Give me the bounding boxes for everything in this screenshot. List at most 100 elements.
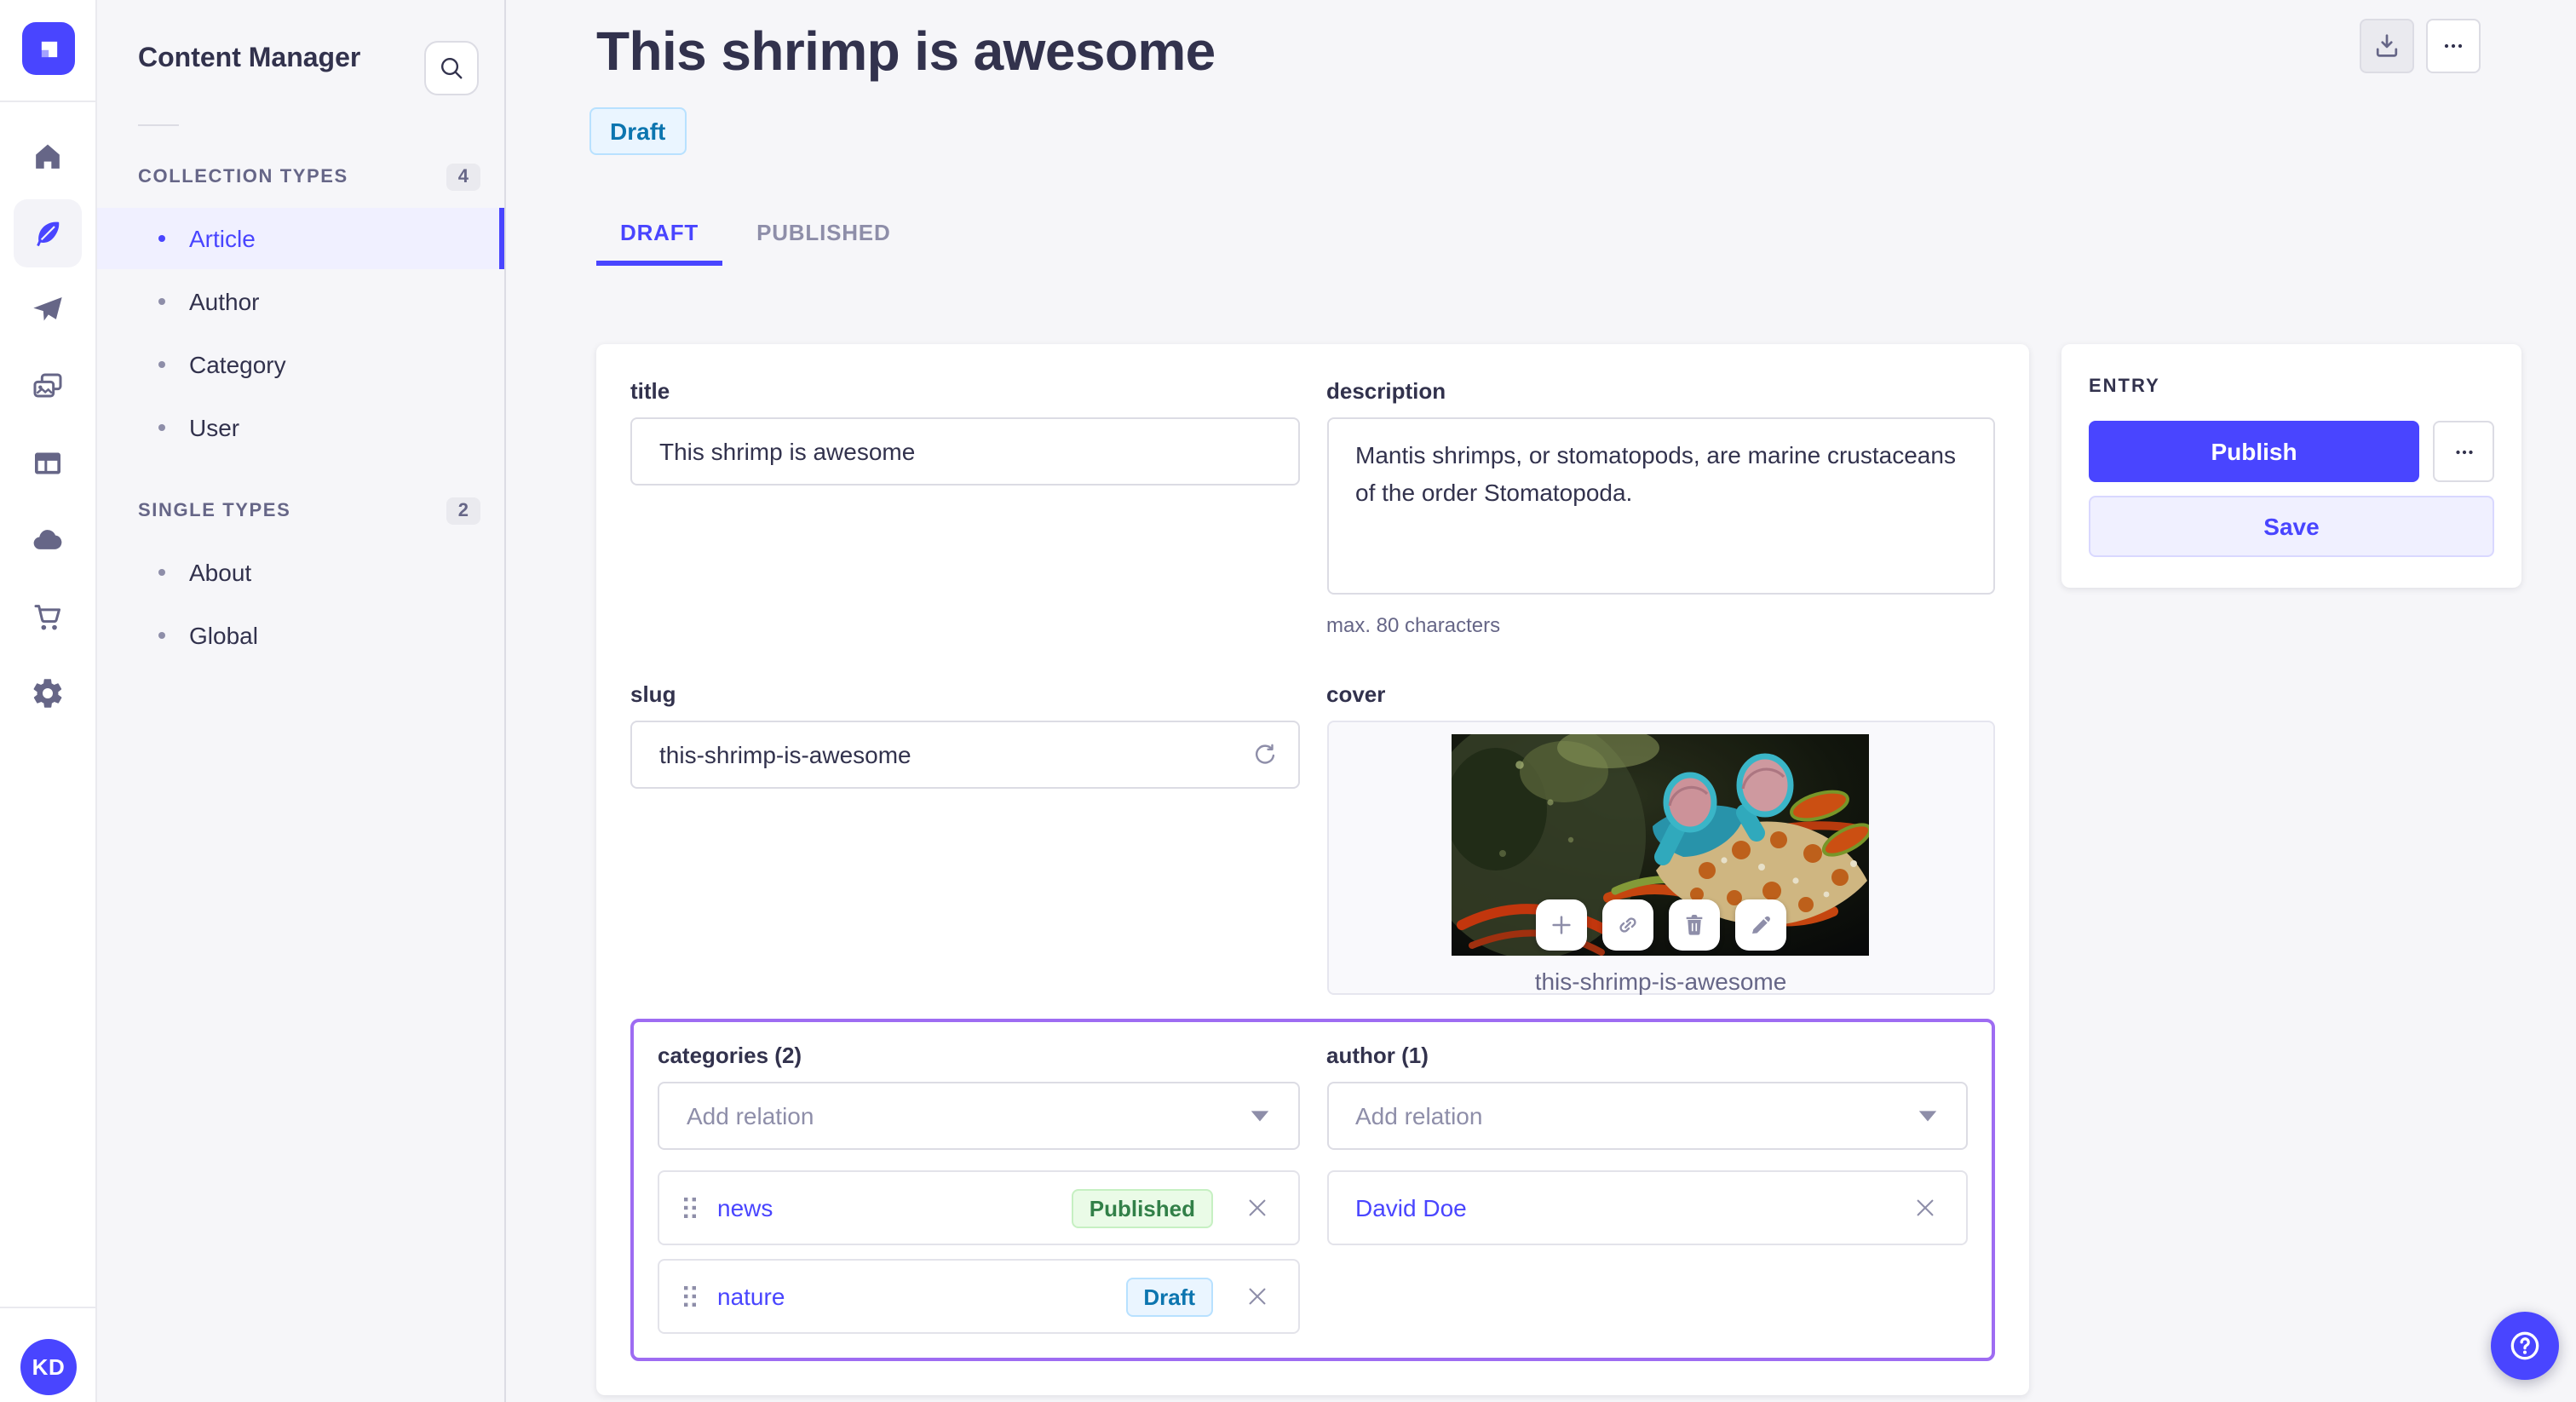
section-label: COLLECTION TYPES (138, 167, 348, 187)
drag-handle-icon[interactable] (683, 1196, 697, 1220)
relation-status-badge: Draft (1126, 1277, 1212, 1316)
more-options-icon (2455, 449, 2472, 454)
chevron-down-icon (1250, 1111, 1268, 1122)
bullet-icon (158, 235, 165, 242)
close-icon (1248, 1199, 1265, 1216)
sidebar-item-category[interactable]: Category (97, 334, 504, 395)
sidebar-item-about[interactable]: About (97, 542, 504, 603)
home-icon (36, 144, 60, 169)
relation-row-news: news Published (658, 1170, 1299, 1245)
link-icon (1619, 917, 1636, 933)
description-field: description Mantis shrimps, or stomatopo… (1326, 378, 1995, 637)
categories-add-relation-select[interactable]: Add relation (658, 1082, 1299, 1150)
author-relation-list: David Doe (1326, 1170, 1968, 1245)
title-input[interactable] (630, 417, 1299, 486)
cover-edit-button[interactable] (1734, 899, 1786, 951)
cover-delete-button[interactable] (1668, 899, 1720, 951)
author-field: author (1) Add relation David Doe (1326, 1043, 1968, 1334)
nav-content-type-builder[interactable] (14, 429, 82, 497)
close-icon (1917, 1199, 1934, 1216)
categories-relation-list: news Published nature Draft (658, 1170, 1299, 1334)
tab-draft[interactable]: DRAFT (596, 201, 723, 266)
entry-more-options-button[interactable] (2433, 421, 2494, 482)
regenerate-icon (1256, 743, 1275, 763)
author-add-relation-select[interactable]: Add relation (1326, 1082, 1968, 1150)
strapi-logo[interactable] (22, 22, 75, 75)
relation-status-badge: Published (1072, 1188, 1212, 1227)
nav-cloud[interactable] (14, 506, 82, 574)
sidebar-item-author[interactable]: Author (97, 271, 504, 332)
cover-filename: this-shrimp-is-awesome (1534, 968, 1787, 995)
content-manager-sidebar: Content Manager COLLECTION TYPES 4 Artic… (97, 0, 506, 1402)
slug-regenerate-button[interactable] (1241, 731, 1289, 779)
relation-link-news[interactable]: news (717, 1194, 773, 1221)
remove-relation-button[interactable] (1239, 1191, 1274, 1225)
icon-rail: KD (0, 0, 97, 1402)
nav-releases[interactable] (14, 276, 82, 344)
publish-button[interactable]: Publish (2089, 421, 2419, 482)
drag-dots-icon (684, 1286, 696, 1307)
help-button[interactable] (2491, 1312, 2559, 1380)
layout-icon (35, 452, 60, 474)
cover-action-buttons (1535, 899, 1786, 951)
slug-field: slug (630, 681, 1299, 995)
download-icon (2376, 34, 2398, 57)
sidebar-title: Content Manager (138, 44, 361, 73)
nav-settings[interactable] (14, 659, 82, 727)
tab-published[interactable]: PUBLISHED (733, 201, 914, 266)
cloud-icon (33, 530, 62, 549)
cover-add-button[interactable] (1535, 899, 1587, 951)
drag-dots-icon (684, 1198, 696, 1218)
cover-copy-link-button[interactable] (1601, 899, 1653, 951)
strapi-logo-glyph (40, 40, 57, 57)
download-button[interactable] (2360, 19, 2414, 73)
entry-panel-label: ENTRY (2089, 376, 2160, 397)
nav-marketplace[interactable] (14, 583, 82, 651)
relation-link-david-doe[interactable]: David Doe (1355, 1194, 1467, 1221)
categories-field: categories (2) Add relation news Publish… (658, 1043, 1299, 1334)
bullet-icon (158, 298, 165, 305)
main-content: This shrimp is awesome Draft DRAFT PUBLI… (506, 0, 2576, 1402)
save-button[interactable]: Save (2089, 496, 2494, 557)
remove-relation-button[interactable] (1908, 1191, 1942, 1225)
cover-field-label: cover (1326, 681, 1386, 707)
categories-field-label: categories (2) (658, 1043, 802, 1068)
nav-home[interactable] (14, 123, 82, 191)
version-tabs: DRAFT PUBLISHED (596, 201, 915, 266)
search-icon (440, 57, 463, 79)
trash-icon (1686, 915, 1702, 935)
remove-relation-button[interactable] (1239, 1279, 1274, 1313)
app-window: KD Content Manager COLLECTION TYPES 4 Ar… (0, 0, 2576, 1402)
bullet-icon (158, 632, 165, 639)
feather-icon (37, 221, 60, 247)
slug-input[interactable] (630, 721, 1299, 789)
media-gallery-icon (33, 373, 62, 398)
edit-form-card: title description Mantis shrimps, or sto… (596, 344, 2029, 1395)
sidebar-item-user[interactable]: User (97, 397, 504, 458)
page-title: This shrimp is awesome (596, 20, 1216, 82)
search-button[interactable] (424, 41, 479, 95)
header-more-options-button[interactable] (2426, 19, 2481, 73)
description-textarea[interactable]: Mantis shrimps, or stomatopods, are mari… (1326, 417, 1995, 595)
author-field-label: author (1) (1326, 1043, 1429, 1068)
bullet-icon (158, 569, 165, 576)
paper-plane-icon (33, 297, 62, 321)
pencil-icon (1751, 916, 1770, 934)
cover-media-box: this-shrimp-is-awesome (1326, 714, 1995, 995)
nav-content-manager[interactable] (14, 199, 82, 267)
slug-field-label: slug (630, 681, 676, 707)
drag-handle-icon[interactable] (683, 1284, 697, 1308)
description-helper-text: max. 80 characters (1326, 613, 1501, 637)
relation-link-nature[interactable]: nature (717, 1283, 785, 1310)
user-avatar[interactable]: KD (20, 1339, 77, 1395)
plus-icon (1551, 916, 1571, 934)
nav-media-library[interactable] (14, 353, 82, 421)
status-badge: Draft (589, 107, 687, 155)
sidebar-item-article[interactable]: Article (97, 208, 504, 269)
help-question-icon (2510, 1331, 2539, 1360)
title-field-label: title (630, 378, 670, 404)
title-field: title (630, 378, 1299, 637)
sidebar-item-global[interactable]: Global (97, 605, 504, 666)
categories-select-placeholder: Add relation (687, 1102, 814, 1129)
section-count-badge: 2 (446, 497, 480, 525)
